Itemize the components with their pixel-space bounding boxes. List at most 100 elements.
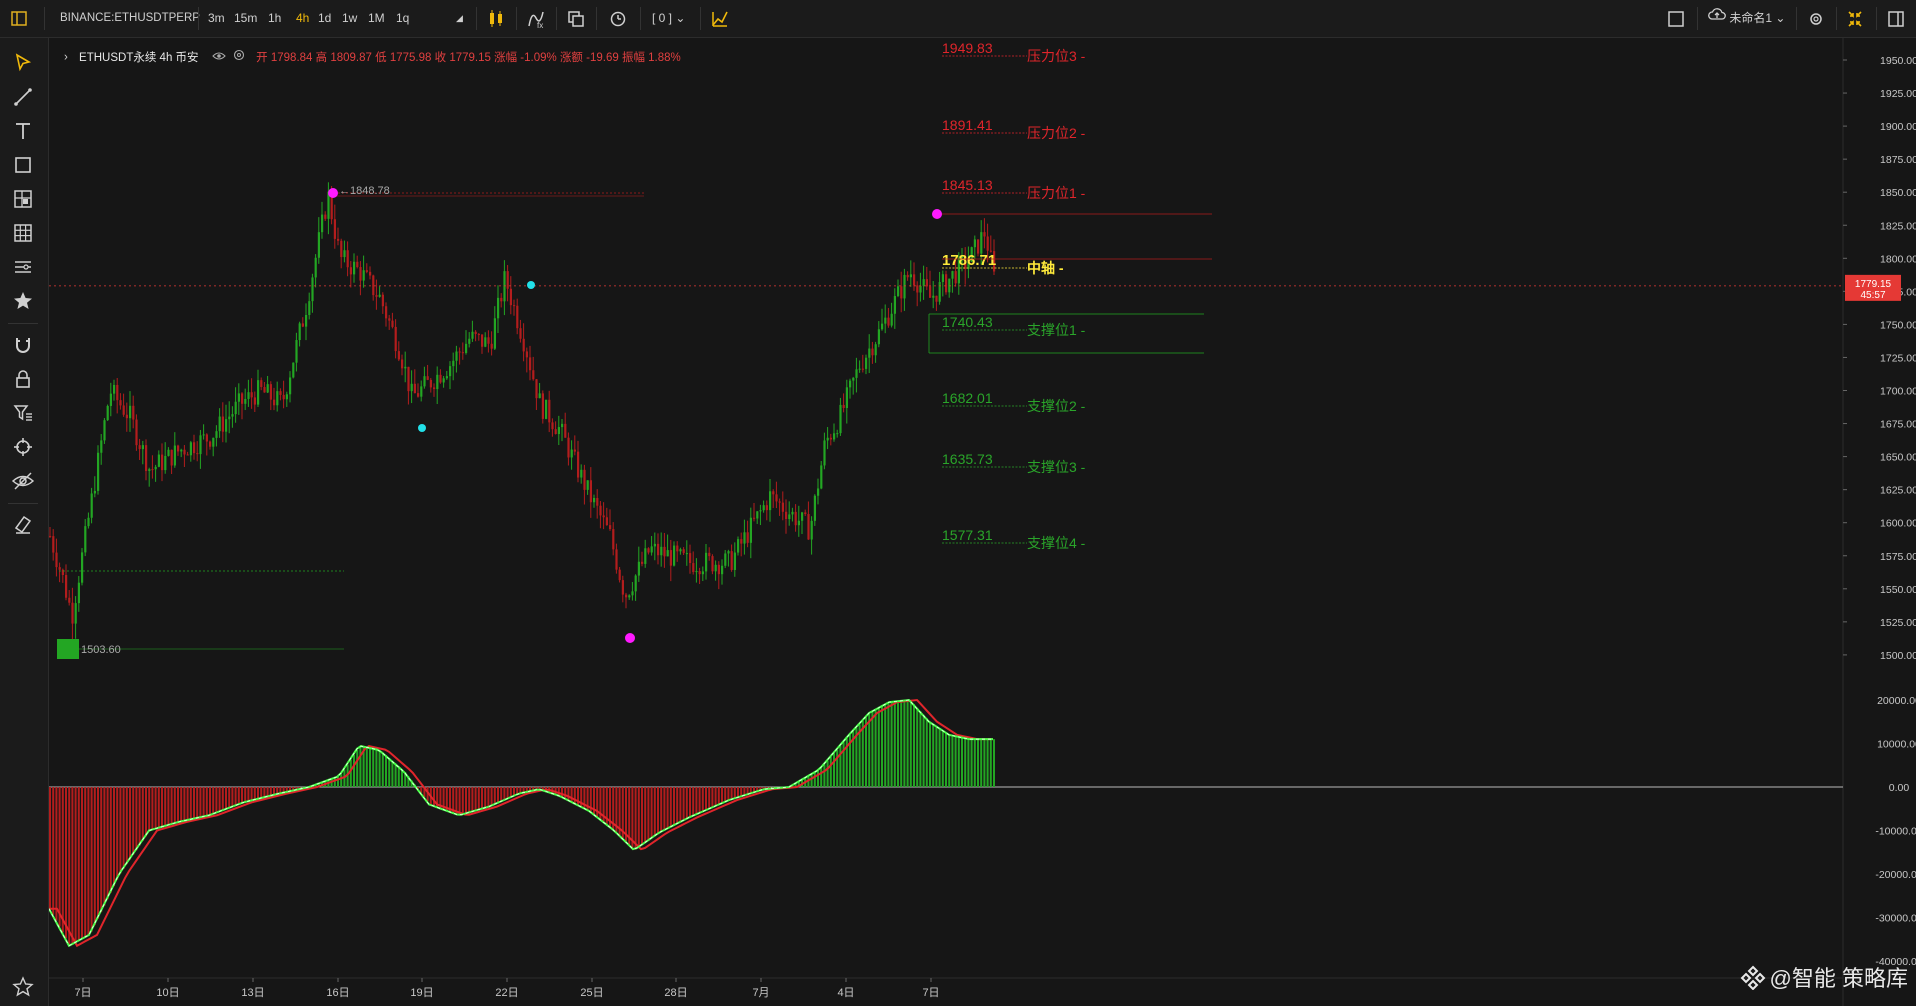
timeframe-more-icon[interactable]: ◢ [456, 0, 463, 37]
macd-histogram-bar [247, 787, 250, 802]
candle-body [375, 295, 378, 297]
watchlist-star-icon[interactable] [10, 974, 36, 1000]
grid-tool-icon[interactable] [10, 220, 36, 246]
chart-area[interactable]: 1950.00 1925.00 1900.00 1875.00 1850.00 1825.… [49, 38, 1916, 1006]
candle-style-icon[interactable] [486, 0, 506, 37]
candle-body [221, 416, 224, 432]
svg-text:fx: fx [537, 21, 543, 30]
candle-body [941, 274, 944, 283]
macd-histogram-bar [231, 787, 234, 807]
macd-histogram-bar [967, 738, 970, 787]
candle-body [497, 297, 500, 319]
macd-histogram-bar [954, 736, 957, 787]
legend-collapse-chevron-icon[interactable]: › [64, 52, 68, 64]
text-tool-icon[interactable] [10, 118, 36, 144]
macd-histogram-bar [372, 748, 375, 787]
lock-icon[interactable] [10, 366, 36, 392]
candle-body [580, 469, 583, 478]
alarm-icon[interactable] [608, 0, 628, 37]
macd-histogram-bar [909, 700, 912, 787]
rectangle-tool-icon[interactable] [10, 152, 36, 178]
timeframe-1d[interactable]: 1d [318, 0, 331, 37]
symbol-search[interactable]: BINANCE:ETHUSDTPERP [60, 0, 200, 37]
candle-body [173, 445, 176, 466]
crosshair-target-icon[interactable] [10, 434, 36, 460]
candle-body [897, 286, 900, 297]
time-tick-label: 28日 [664, 987, 687, 999]
cursor-arrow-icon[interactable] [10, 50, 36, 76]
macd-histogram-bar [125, 787, 128, 865]
macd-histogram-bar [916, 707, 919, 787]
macd-histogram-bar [196, 787, 199, 819]
candle-body [762, 505, 765, 511]
macd-histogram-bar [500, 787, 503, 802]
candle-body [356, 261, 359, 268]
macd-histogram-bar [477, 787, 480, 810]
timeframe-15m[interactable]: 15m [234, 0, 257, 37]
candle-body [631, 591, 634, 596]
candle-body [586, 480, 589, 490]
timeframe-3m[interactable]: 3m [208, 0, 225, 37]
strategy-icon[interactable] [710, 0, 730, 37]
eraser-icon[interactable] [10, 511, 36, 537]
macd-histogram-bar [813, 772, 816, 787]
collapse-icon[interactable] [1845, 0, 1865, 37]
bracket-dropdown[interactable]: [ 0 ] ⌄ [652, 0, 685, 37]
macd-histogram-bar [186, 787, 189, 821]
macd-histogram-bar [468, 787, 471, 813]
macd-histogram-bar [77, 787, 80, 941]
candle-body [154, 466, 157, 470]
pattern-tool-icon[interactable] [10, 186, 36, 212]
candle-body [657, 543, 660, 556]
candle-body [893, 296, 896, 314]
favorites-star-icon[interactable] [10, 288, 36, 314]
settings-gear-icon[interactable] [1806, 0, 1826, 37]
level-label-support: 支撑位2 - [1027, 398, 1086, 414]
trend-line-icon[interactable] [10, 84, 36, 110]
timeframe-1h[interactable]: 1h [268, 0, 281, 37]
macd-histogram-bar [861, 720, 864, 787]
candle-body [129, 405, 132, 419]
timeframe-4h[interactable]: 4h [296, 0, 309, 37]
candle-body [973, 239, 976, 248]
candle-body [986, 236, 989, 251]
time-tick-label: 13日 [241, 987, 264, 999]
macd-histogram-bar [653, 787, 656, 837]
macd-histogram-bar [138, 787, 141, 846]
fullscreen-square-icon[interactable] [1666, 0, 1686, 37]
candle-body [980, 232, 983, 254]
candle-body [490, 343, 493, 349]
candle-body [180, 449, 183, 452]
macd-histogram-bar [874, 710, 877, 787]
magnet-icon[interactable] [10, 332, 36, 358]
compare-icon[interactable] [566, 0, 586, 37]
drawing-toolbar [0, 38, 49, 1006]
candle-body [381, 294, 384, 307]
candle-body [641, 561, 644, 564]
candle-body [52, 536, 55, 553]
price-chart[interactable]: 1950.00 1925.00 1900.00 1875.00 1850.00 1825.… [49, 38, 1916, 1006]
fib-levels-icon[interactable] [10, 254, 36, 280]
swing-high-marker [328, 188, 338, 198]
panel-toggle-icon[interactable] [10, 0, 28, 37]
eye-hide-icon[interactable] [10, 468, 36, 494]
price-tick-label: 1925.00 [1880, 88, 1916, 100]
candle-body [77, 582, 80, 604]
macd-histogram-bar [365, 747, 368, 787]
legend-settings-icon[interactable] [233, 49, 245, 66]
timeframe-1w[interactable]: 1w [342, 0, 357, 37]
right-panel-toggle-icon[interactable] [1886, 0, 1906, 37]
candle-body [567, 437, 570, 458]
filter-list-icon[interactable] [10, 400, 36, 426]
level-value-support: 1635.73 [942, 451, 993, 467]
macd-histogram-bar [986, 739, 989, 787]
timeframe-1M[interactable]: 1M [368, 0, 385, 37]
indicator-icon[interactable]: fx [526, 0, 546, 37]
watermark: @智能 策略库 [1740, 961, 1908, 996]
macd-histogram-bar [970, 739, 973, 787]
save-layout-button[interactable]: 未命名1 ⌄ [1708, 0, 1785, 37]
candle-body [884, 317, 887, 324]
timeframe-1q[interactable]: 1q [396, 0, 409, 37]
candle-body [692, 563, 695, 572]
visibility-eye-icon[interactable] [211, 50, 226, 66]
